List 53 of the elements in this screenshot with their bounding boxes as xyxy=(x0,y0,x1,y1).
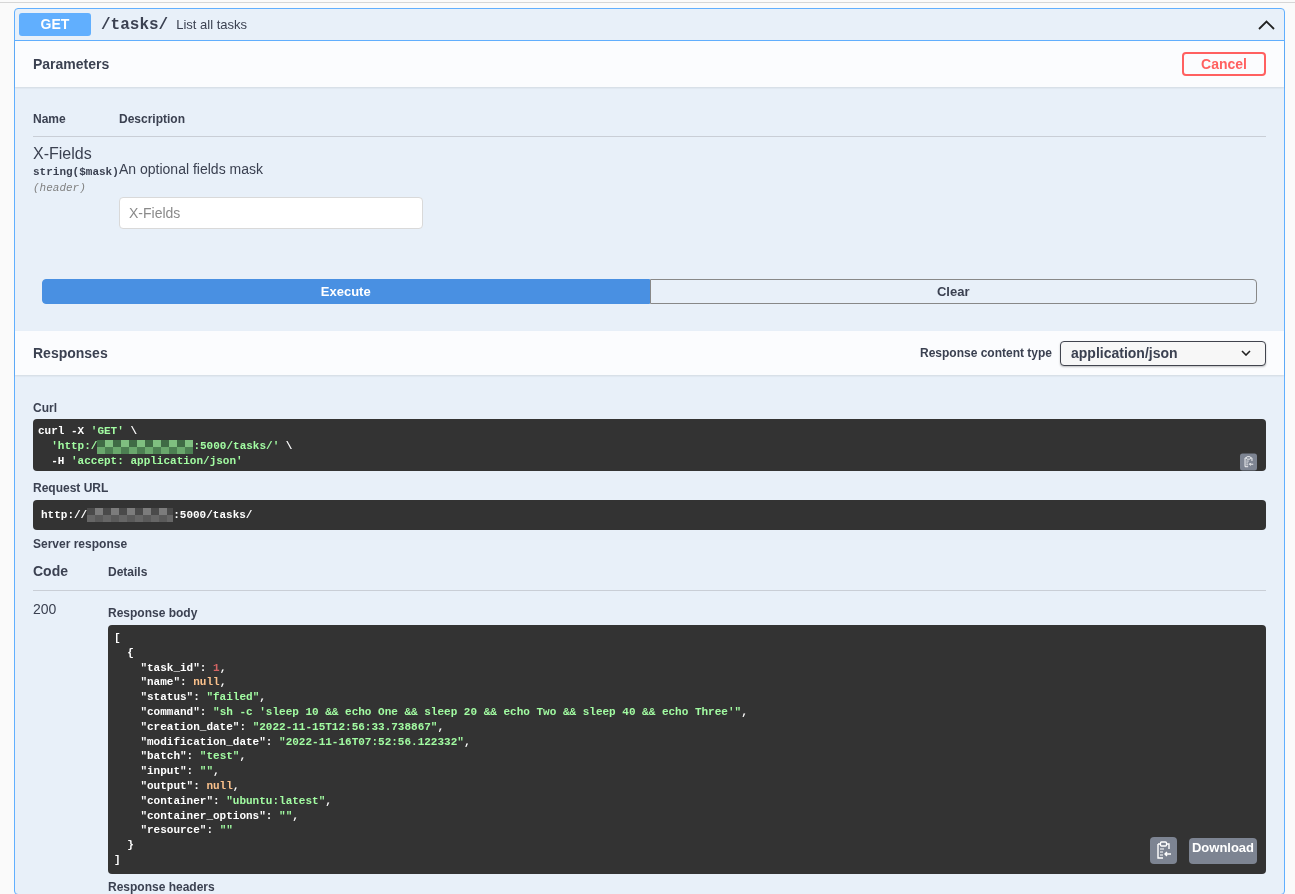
code-line: { xyxy=(126,645,134,661)
column-header: Name xyxy=(33,112,67,126)
code-text: http:// xyxy=(41,507,88,523)
status-code: 200 xyxy=(33,601,57,617)
endpoint-path: /tasks/ xyxy=(101,14,169,36)
code-line: "container": "ubuntu:latest", xyxy=(139,793,332,809)
code-text: :5000/tasks/' xyxy=(193,439,280,454)
cancel-button[interactable]: Cancel xyxy=(1182,52,1266,76)
execute-button[interactable]: Execute xyxy=(42,279,650,304)
code-line: "modification_date": "2022-11-16T07:52:56.122332", xyxy=(139,734,471,750)
chevron-up-icon[interactable] xyxy=(1258,19,1275,30)
code-line: "task_id": 1, xyxy=(139,660,227,676)
section-title: Responses xyxy=(33,343,108,363)
field-label: Response headers xyxy=(108,880,215,894)
code-text: \ xyxy=(284,439,293,454)
clipboard-icon[interactable] xyxy=(1150,837,1177,864)
column-header: Code xyxy=(33,562,69,580)
code-line: "input": "", xyxy=(139,764,220,779)
column-header: Description xyxy=(119,112,185,126)
clear-button[interactable]: Clear xyxy=(649,279,1257,304)
field-label: Response content type xyxy=(919,345,1052,362)
section-title: Parameters xyxy=(33,54,110,74)
text-field[interactable]: X-Fields xyxy=(119,197,423,229)
parameter-location: (header) xyxy=(33,181,86,196)
endpoint-summary: List all tasks xyxy=(176,15,248,34)
code-line: "name": null, xyxy=(139,675,227,691)
field-label: Curl xyxy=(33,401,57,415)
code-line: -H 'accept: application/json' xyxy=(50,454,243,469)
field-label: Response body xyxy=(108,606,198,620)
download-button[interactable]: Download xyxy=(1189,838,1257,864)
method-badge: GET xyxy=(19,13,91,36)
code-line: "resource": "" xyxy=(139,823,233,839)
code-line: "output": null, xyxy=(139,778,240,794)
code-line: curl -X 'GET' \ xyxy=(38,424,138,439)
code-line: ] xyxy=(114,852,121,868)
parameter-description: An optional fields mask xyxy=(119,160,263,178)
code-line: "status": "failed", xyxy=(139,690,266,705)
field-label: Request URL xyxy=(33,481,109,495)
field-label: Server response xyxy=(33,537,128,551)
content-type-select[interactable]: application/json xyxy=(1060,340,1266,366)
code-text: :5000/tasks/ xyxy=(173,507,253,523)
code-line: "command": "sh -c 'sleep 10 && echo One && sleep 20 && echo Two && sleep 40 && echo Three'", xyxy=(139,705,748,720)
clipboard-icon[interactable] xyxy=(1240,453,1257,471)
parameter-type: string($mask) xyxy=(33,166,119,180)
code-text: 'http:/ xyxy=(50,439,98,454)
code-line: "creation_date": "2022-11-15T12:56:33.738867", xyxy=(139,719,445,735)
code-line: "batch": "test", xyxy=(139,749,247,765)
chevron-down-icon xyxy=(1241,350,1251,356)
code-line: [ xyxy=(114,631,121,646)
column-header: Details xyxy=(108,564,148,580)
code-line: } xyxy=(126,838,134,853)
parameter-name: X-Fields xyxy=(33,144,92,164)
code-line: "container_options": "", xyxy=(139,808,299,824)
